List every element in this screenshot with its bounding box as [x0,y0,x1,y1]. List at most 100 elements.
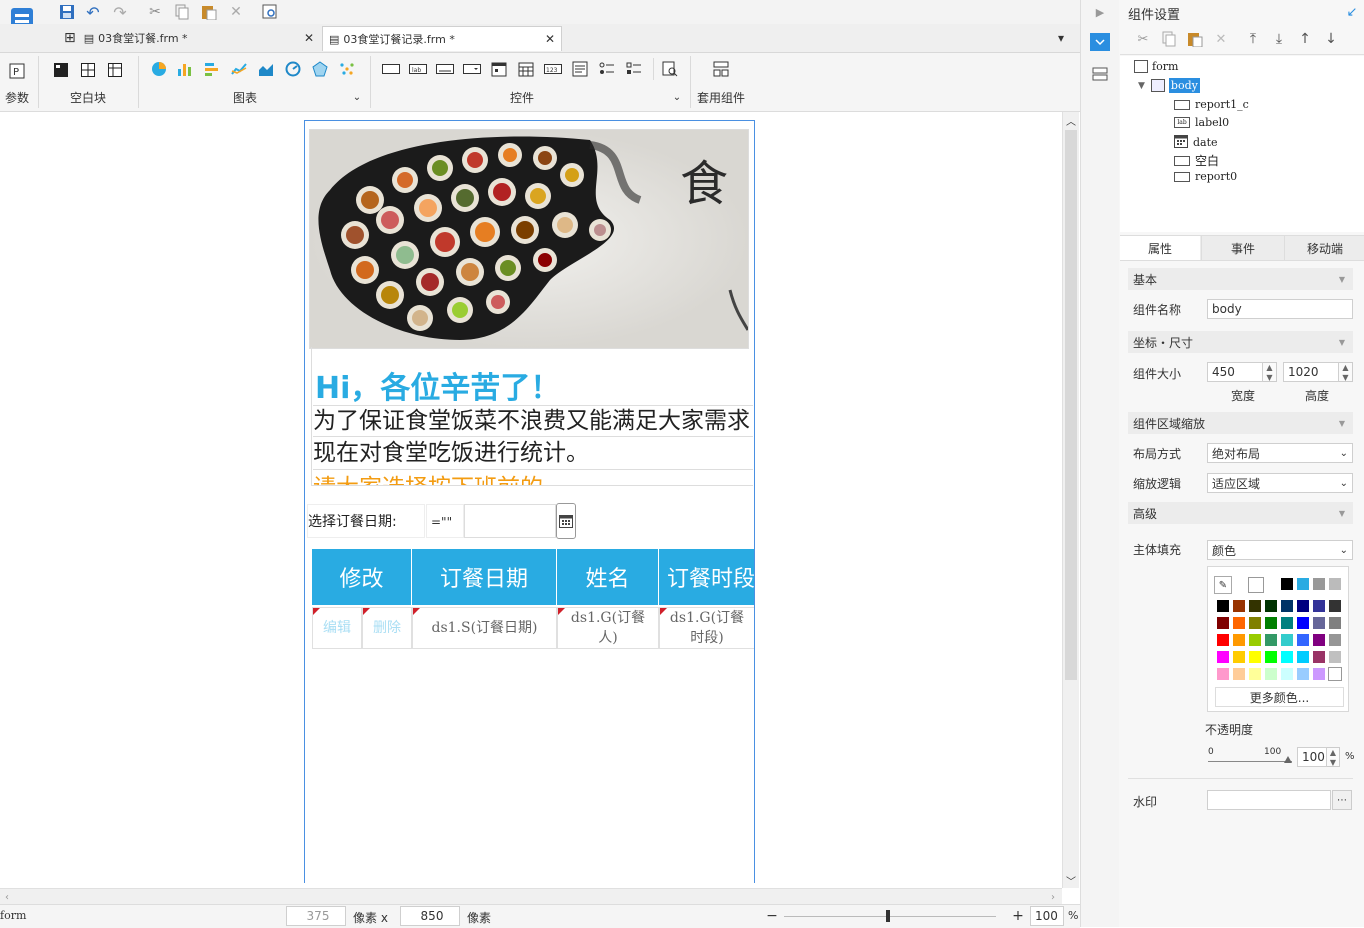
close-icon[interactable]: ✕ [304,31,314,45]
color-swatch[interactable] [1296,599,1310,613]
table-cell-edit-link[interactable]: 编辑 [312,607,362,649]
undo-icon[interactable]: ↶ [83,2,103,22]
tab-file-1[interactable]: ⊞ ▤ 03食堂订餐.frm * ✕ [60,26,318,50]
body-fill-select[interactable]: 颜色 ⌄ [1207,540,1353,560]
area-chart-icon[interactable] [257,60,275,78]
canvas-vertical-scrollbar[interactable]: ︿ ﹀ [1062,112,1079,888]
table-header-date[interactable]: 订餐日期 [412,549,557,605]
color-swatch[interactable] [1264,616,1278,630]
color-swatch[interactable] [1328,667,1342,681]
color-swatch[interactable] [1232,650,1246,664]
table-cell-delete-link[interactable]: 删除 [362,607,412,649]
blank-block-icon[interactable] [52,61,70,79]
date-widget-icon[interactable] [488,60,510,78]
color-swatch[interactable] [1216,616,1230,630]
zoom-slider-thumb[interactable] [886,910,890,922]
color-swatch[interactable] [1328,633,1342,647]
copy-icon[interactable] [172,2,192,22]
color-swatch[interactable] [1280,633,1294,647]
opacity-slider-thumb[interactable] [1284,756,1292,763]
chevron-down-icon[interactable]: ⌄ [670,90,684,104]
tree-node-report1[interactable]: report1_c [1174,98,1249,111]
position-x-field[interactable]: 375 [286,906,346,926]
color-swatch[interactable] [1312,599,1326,613]
position-y-field[interactable]: 850 [400,906,460,926]
color-swatch[interactable] [1232,616,1246,630]
delete-icon[interactable]: ✕ [226,2,246,22]
watermark-input[interactable] [1207,790,1331,810]
tab-block-icon[interactable] [79,61,97,79]
intro-line-1[interactable]: 为了保证食堂饭菜不浪费又能满足大家需求 [313,405,753,437]
zoom-slider-track[interactable] [784,916,996,917]
chevron-down-icon[interactable]: ﹀ [1063,872,1079,888]
tree-node-blank[interactable]: 空白 [1174,152,1219,169]
color-swatch[interactable] [1280,577,1294,591]
color-swatch[interactable] [1280,667,1294,681]
height-stepper[interactable]: ▲ ▼ [1339,362,1353,382]
calendar-widget-icon[interactable] [515,60,537,78]
table-header-period[interactable]: 订餐时段 [659,549,754,605]
table-cell-date[interactable]: ds1.S(订餐日期) [412,607,557,649]
color-swatch[interactable] [1216,633,1230,647]
tab-file-2[interactable]: ▤ 03食堂订餐记录.frm * ✕ [322,26,562,51]
color-swatch[interactable] [1312,633,1326,647]
color-swatch[interactable] [1264,650,1278,664]
color-swatch[interactable] [1280,599,1294,613]
component-name-input[interactable]: body [1207,299,1353,319]
color-swatch[interactable] [1296,577,1310,591]
eyedropper-icon[interactable]: ✎ [1214,576,1232,594]
intro-line-3[interactable]: 请大家选择按下班前的 [313,473,753,485]
parameter-icon[interactable]: P [8,62,26,80]
layout-panel-icon[interactable] [1090,64,1110,84]
pie-chart-icon[interactable] [150,60,168,78]
color-swatch[interactable] [1216,667,1230,681]
color-swatch[interactable] [1248,650,1262,664]
date-input[interactable] [464,504,556,538]
section-coords[interactable]: 坐标・尺寸 ▼ [1128,331,1353,353]
widget-settings-icon[interactable] [1090,33,1110,51]
color-swatch[interactable] [1248,633,1262,647]
split-block-icon[interactable] [106,61,124,79]
pin-icon[interactable]: ↙ [1344,4,1360,20]
paste-icon[interactable] [1186,30,1204,48]
color-swatch[interactable] [1280,616,1294,630]
move-up-icon[interactable]: ↑ [1296,30,1314,48]
move-down-icon[interactable]: ↓ [1322,30,1340,48]
color-swatch[interactable] [1232,667,1246,681]
horizontal-bar-chart-icon[interactable] [203,60,221,78]
chevron-down-icon[interactable]: ▼ [1138,81,1145,91]
color-swatch[interactable] [1280,650,1294,664]
chevron-right-icon[interactable]: › [1046,889,1060,905]
cut-icon[interactable]: ✂ [145,2,165,22]
button-widget-icon[interactable] [434,60,456,78]
no-color-swatch[interactable] [1248,577,1264,593]
section-advanced[interactable]: 高级 ▼ [1128,502,1353,524]
section-scale[interactable]: 组件区域缩放 ▼ [1128,412,1353,434]
tree-node-body[interactable]: ▼ body [1138,78,1200,93]
color-swatch[interactable] [1296,667,1310,681]
paste-icon[interactable] [199,2,219,22]
form-body[interactable]: 食 Hi，各位辛苦了！ 为了保证食堂饭菜不浪费又能满足大家需求 现在对食堂吃饭进… [304,120,755,883]
zoom-out-icon[interactable]: − [764,907,780,925]
color-swatch[interactable] [1264,599,1278,613]
scroll-thumb[interactable] [1065,130,1077,680]
intro-line-2[interactable]: 现在对食堂吃饭进行统计。 [313,437,753,470]
tab-mobile[interactable]: 移动端 [1284,236,1364,260]
color-swatch[interactable] [1248,616,1262,630]
opacity-input[interactable]: 100 [1297,747,1327,767]
save-icon[interactable] [57,2,77,22]
combobox-widget-icon[interactable] [461,60,483,78]
chevron-down-icon[interactable]: ⌄ [350,90,364,104]
color-swatch[interactable] [1264,633,1278,647]
move-bottom-icon[interactable]: ⤓ [1270,30,1288,48]
radio-group-widget-icon[interactable] [596,60,618,78]
line-chart-icon[interactable] [230,60,248,78]
color-swatch[interactable] [1216,599,1230,613]
color-swatch[interactable] [1312,650,1326,664]
more-colors-button[interactable]: 更多颜色... [1215,687,1344,707]
color-swatch[interactable] [1296,616,1310,630]
checkbox-group-widget-icon[interactable] [623,60,645,78]
color-swatch[interactable] [1328,650,1342,664]
color-swatch[interactable] [1296,650,1310,664]
textarea-widget-icon[interactable] [569,60,591,78]
